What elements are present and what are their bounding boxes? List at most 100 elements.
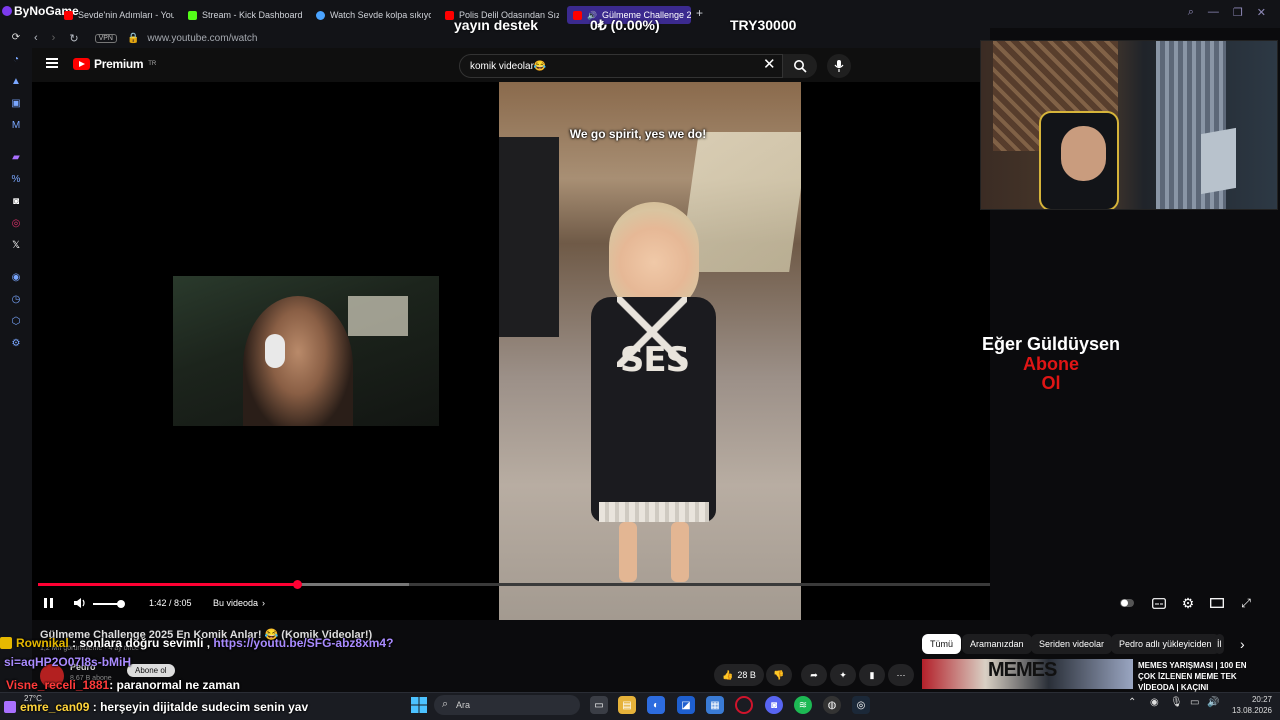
tray-app-icon[interactable]: ◉	[1150, 697, 1159, 708]
new-tab-button[interactable]: +	[696, 6, 703, 20]
instagram-icon[interactable]: ◎	[10, 218, 22, 230]
chapter-button[interactable]: Bu videoda ›	[213, 595, 265, 611]
outlook-icon[interactable]: ◪	[677, 696, 695, 714]
chip-all[interactable]: Tümü	[922, 634, 962, 654]
subscribe-overlay: Eğer Güldüysen Abone Ol	[981, 334, 1121, 393]
theater-mode-button[interactable]	[1210, 596, 1224, 610]
subscribe-button[interactable]: Abone ol	[127, 664, 175, 677]
tab-youtube-sevde[interactable]: Sevde'nin Adımları - YouTube	[64, 6, 174, 24]
forward-icon[interactable]: ›	[52, 32, 56, 45]
settings-icon[interactable]: ⚙	[10, 338, 22, 350]
reactor-webcam	[173, 276, 439, 426]
ask-button[interactable]: ✦	[830, 664, 856, 686]
more-actions-button[interactable]: ⋯	[888, 664, 914, 686]
discord-icon[interactable]: ◙	[10, 196, 22, 208]
history-icon[interactable]: ◔	[10, 54, 22, 66]
player-icon[interactable]: ◉	[10, 272, 22, 284]
taskbar-clock[interactable]: 20:27 13.08.2026	[1226, 694, 1272, 716]
close-icon[interactable]: ✕	[1257, 6, 1266, 19]
settings-button[interactable]: ⚙	[1181, 595, 1195, 611]
reload-icon[interactable]: ↻	[69, 32, 78, 45]
donation-progress: 0₺ (0.00%)	[590, 17, 660, 33]
search-icon[interactable]: ⌕	[1188, 6, 1194, 19]
volume-slider-knob[interactable]	[117, 600, 125, 608]
opera-gx-taskbar-icon[interactable]	[735, 696, 753, 714]
store-icon[interactable]: ▦	[706, 696, 724, 714]
recommended-title[interactable]: MEMES YARIŞMASI | 100 EN ÇOK İZLENEN MEM…	[1138, 660, 1258, 693]
video-subject	[671, 522, 689, 582]
chip-more[interactable]: İl	[1215, 634, 1224, 654]
percent-icon[interactable]: %	[10, 174, 22, 186]
youtube-premium-logo[interactable]: Premium TR	[73, 57, 156, 71]
task-view-icon[interactable]: ▭	[590, 696, 608, 714]
bookmark-icon: ▮	[869, 669, 875, 680]
news-icon[interactable]: M	[10, 120, 22, 132]
edge-icon[interactable]: ◐	[647, 696, 665, 714]
chat-link[interactable]: https://youtu.be/SFG-abz8xm4?	[213, 636, 393, 650]
volume-slider[interactable]	[93, 603, 120, 605]
subtitles-button[interactable]	[1152, 596, 1166, 610]
chat-link[interactable]: si=aqHP2O07l8s-bMiH	[4, 655, 131, 669]
twitch-icon[interactable]: ▰	[10, 152, 22, 164]
obs-icon[interactable]: ◍	[823, 696, 841, 714]
share-button[interactable]: ➦	[801, 664, 827, 686]
extensions-icon[interactable]: ⬡	[10, 316, 22, 328]
back-icon[interactable]: ‹	[34, 32, 38, 45]
subtitles-icon	[1152, 597, 1166, 609]
fullscreen-button[interactable]: ⤢	[1239, 596, 1253, 610]
microphone-tray-icon[interactable]: 🎙	[1170, 697, 1183, 708]
save-button[interactable]: ▮	[859, 664, 885, 686]
vpn-badge[interactable]: VPN	[94, 33, 117, 43]
chapter-label: Bu videoda	[213, 598, 259, 608]
url-field[interactable]: www.youtube.com/watch	[147, 33, 257, 44]
chip-series[interactable]: Seriden videolar	[1031, 634, 1113, 654]
lock-icon[interactable]: 🔒	[127, 33, 139, 44]
tab-watch-sevde[interactable]: Watch Sevde kolpa sıkıyor	[316, 6, 431, 24]
search-input[interactable]: komik videolar😂	[459, 54, 783, 78]
chip-uploader[interactable]: Pedro adlı yükleyiciden	[1111, 634, 1220, 654]
clear-search-icon[interactable]: ✕	[763, 57, 776, 73]
spotify-icon[interactable]: ≋	[794, 696, 812, 714]
desktop: ByNoGame Sevde'nin Adımları - YouTube St…	[0, 0, 1280, 720]
sparkle-icon: ✦	[839, 669, 847, 680]
recommended-thumbnail[interactable]: MEMES	[922, 659, 1133, 689]
donation-label: yayın destek	[454, 17, 539, 33]
wallet-icon[interactable]: ▣	[10, 98, 22, 110]
pause-button[interactable]	[44, 595, 54, 611]
chip-from-search[interactable]: Aramanızdan	[962, 634, 1032, 654]
more-icon: ⋯	[896, 669, 906, 680]
progress-scrubber[interactable]	[292, 580, 302, 589]
network-icon[interactable]: ▭	[1190, 697, 1199, 708]
chevron-right-icon[interactable]: ›	[1240, 636, 1245, 652]
autoplay-toggle[interactable]	[1120, 596, 1134, 610]
sync-icon[interactable]: ⟳	[10, 32, 22, 44]
tray-overflow-icon[interactable]: ⌃	[1128, 697, 1136, 708]
hamburger-menu-icon[interactable]	[46, 58, 58, 68]
discord-taskbar-icon[interactable]: ◙	[765, 696, 783, 714]
video-frame[interactable]: SES We go spirit, yes we do!	[499, 82, 801, 620]
x-twitter-icon[interactable]: 𝕏	[10, 240, 22, 252]
clock-time: 20:27	[1251, 695, 1272, 704]
chat-username: Visne_receli_1881	[6, 678, 110, 692]
tab-kick-dashboard[interactable]: Stream - Kick Dashboard	[188, 6, 306, 24]
autoplay-icon	[1120, 599, 1134, 607]
logo-text: Premium	[94, 57, 144, 71]
file-explorer-icon[interactable]: ▤	[618, 696, 636, 714]
maximize-icon[interactable]: ❐	[1233, 6, 1243, 19]
chat-text: : paranormal ne zaman	[109, 678, 240, 692]
voice-search-button[interactable]	[827, 54, 851, 78]
minimize-icon[interactable]: —	[1208, 6, 1219, 19]
dislike-button[interactable]: 👎	[766, 664, 792, 686]
volume-button[interactable]	[73, 596, 87, 610]
like-button[interactable]: 👍 28 B	[714, 664, 764, 686]
speaker-tray-icon[interactable]: 🔊	[1207, 697, 1219, 708]
search-button[interactable]	[783, 54, 817, 78]
taskbar-search[interactable]: Ara	[434, 695, 580, 715]
steam-icon[interactable]: ◎	[852, 696, 870, 714]
progress-bar[interactable]	[38, 580, 990, 589]
flow-icon[interactable]: ▲	[10, 76, 22, 88]
windows-start-button[interactable]	[410, 696, 428, 714]
subscribe-line2: Abone	[1023, 354, 1079, 374]
opera-gx-icon	[2, 6, 12, 16]
clock-icon[interactable]: ◷	[10, 294, 22, 306]
